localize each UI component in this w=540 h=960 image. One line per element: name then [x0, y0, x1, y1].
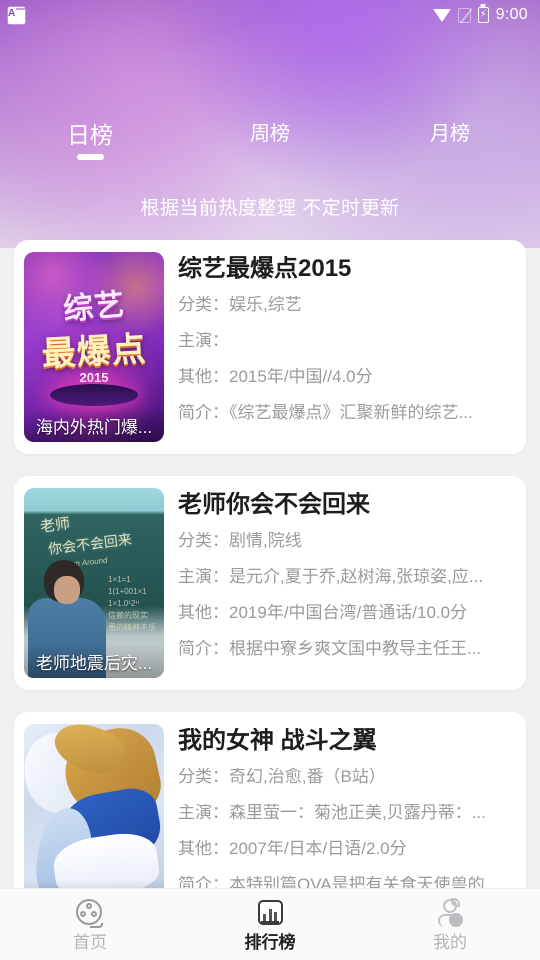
- ranking-period-tabs: 日榜 周榜 月榜: [0, 124, 540, 180]
- list-item[interactable]: 老师 你会不会回来 Turn Around 1×1=1 1(1+001×1 1×1.…: [14, 476, 526, 690]
- list-item-title: 老师你会不会回来: [178, 492, 370, 518]
- summary-value: 根据中寮乡爽文国中教导主任王...: [229, 640, 482, 658]
- person-icon: [435, 898, 465, 928]
- list-item-summary-row: 简介：《综艺最爆点》汇聚新鲜的综艺...: [178, 404, 512, 421]
- list-item-cast-row: 主演：森里萤一：菊池正美,贝露丹蒂：...: [178, 804, 512, 821]
- tab-monthly-ranking[interactable]: 月榜: [360, 124, 540, 151]
- wifi-icon: [432, 8, 451, 22]
- category-label: 分类：: [178, 768, 229, 786]
- nav-item-home[interactable]: 首页: [0, 898, 180, 951]
- list-item-category-row: 分类：娱乐,综艺: [178, 296, 512, 313]
- poster-caption: 海内外热门爆...: [24, 408, 164, 442]
- list-item[interactable]: 我的女神 战斗之翼 分类：奇幻,治愈,番（B站） 主演：森里萤一：菊池正美,贝露…: [14, 712, 526, 888]
- list-item-other-row: 其他：2015年/中国//4.0分: [178, 368, 512, 385]
- poster-thumbnail[interactable]: 综艺 最爆点 2015 海内外热门爆...: [24, 252, 164, 442]
- other-value: 2007年/日本/日语/2.0分: [229, 840, 407, 858]
- tab-monthly-label: 月榜: [430, 123, 470, 145]
- other-label: 其他：: [178, 368, 229, 386]
- list-item-cast-row: 主演：: [178, 332, 512, 349]
- list-item-title: 我的女神 战斗之翼: [178, 728, 377, 754]
- cast-label: 主演：: [178, 804, 229, 822]
- poster-art-title-line2: 最爆点: [40, 330, 148, 374]
- list-item[interactable]: 综艺 最爆点 2015 海内外热门爆... 综艺最爆点2015 分类：娱乐,综艺…: [14, 240, 526, 454]
- status-bar-left: A: [8, 6, 25, 24]
- app-root: A ⚡ 9:00 日榜 周榜 月榜 根据当前热度整理 不定时更新 综艺 最爆点 …: [0, 0, 540, 960]
- poster-art-equations: 1×1=1 1(1+001×1 1×1.0¹ײ2 信赖的现实 患的精神不乐: [108, 575, 156, 632]
- battery-charging-icon: ⚡: [477, 7, 489, 23]
- tab-weekly-ranking[interactable]: 周榜: [180, 124, 360, 151]
- header-subtitle: 根据当前热度整理 不定时更新: [140, 198, 400, 219]
- list-item-info: 我的女神 战斗之翼 分类：奇幻,治愈,番（B站） 主演：森里萤一：菊池正美,贝露…: [178, 724, 526, 888]
- category-label: 分类：: [178, 532, 229, 550]
- other-label: 其他：: [178, 840, 229, 858]
- poster-thumbnail[interactable]: 老师 你会不会回来 Turn Around 1×1=1 1(1+001×1 1×1.…: [24, 488, 164, 678]
- nav-item-ranking-label: 排行榜: [244, 933, 296, 952]
- status-bar-clock: 9:00: [495, 6, 528, 23]
- list-item-summary-row: 简介：本特别篇OVA是把有关食天使兽的...: [178, 876, 512, 888]
- summary-label: 简介：: [178, 640, 229, 658]
- summary-label: 简介：: [178, 876, 229, 888]
- cast-value: 森里萤一：菊池正美,贝露丹蒂：...: [229, 804, 486, 822]
- cast-value: 是元介,夏于乔,赵树海,张琼姿,应...: [229, 568, 484, 586]
- nav-item-home-label: 首页: [73, 933, 107, 952]
- poster-art-chalk-line1: 老师: [39, 515, 72, 536]
- category-label: 分类：: [178, 296, 229, 314]
- nav-item-ranking[interactable]: 排行榜: [180, 898, 360, 951]
- bottom-navigation-bar: 首页 排行榜 我的: [0, 888, 540, 960]
- poster-caption: [24, 880, 164, 888]
- tab-daily-ranking[interactable]: 日榜: [0, 124, 180, 160]
- category-value: 剧情,院线: [229, 532, 302, 550]
- other-value: 2015年/中国//4.0分: [229, 368, 373, 386]
- other-value: 2019年/中国台湾/普通话/10.0分: [229, 604, 468, 622]
- list-item-other-row: 其他：2007年/日本/日语/2.0分: [178, 840, 512, 857]
- no-sim-signal-icon: [457, 7, 471, 23]
- tab-active-indicator: [76, 154, 104, 160]
- cast-label: 主演：: [178, 568, 229, 586]
- cast-label: 主演：: [178, 332, 229, 350]
- poster-caption: 老师地震后灾...: [24, 644, 164, 678]
- category-value: 奇幻,治愈,番（B站）: [229, 768, 386, 786]
- ranking-list[interactable]: 综艺 最爆点 2015 海内外热门爆... 综艺最爆点2015 分类：娱乐,综艺…: [0, 240, 540, 888]
- summary-value: 《综艺最爆点》汇聚新鲜的综艺...: [229, 404, 473, 422]
- list-item-other-row: 其他：2019年/中国台湾/普通话/10.0分: [178, 604, 512, 621]
- summary-label: 简介：: [178, 404, 229, 422]
- app-notification-icon: A: [8, 6, 25, 24]
- other-label: 其他：: [178, 604, 229, 622]
- tab-daily-label: 日榜: [67, 122, 113, 148]
- category-value: 娱乐,综艺: [229, 296, 302, 314]
- status-bar-right: ⚡ 9:00: [432, 6, 528, 24]
- list-item-cast-row: 主演：是元介,夏于乔,赵树海,张琼姿,应...: [178, 568, 512, 585]
- poster-thumbnail[interactable]: [24, 724, 164, 888]
- nav-item-profile[interactable]: 我的: [360, 898, 540, 951]
- list-item-summary-row: 简介：根据中寮乡爽文国中教导主任王...: [178, 640, 512, 657]
- list-item-info: 综艺最爆点2015 分类：娱乐,综艺 主演： 其他：2015年/中国//4.0分…: [178, 252, 526, 442]
- poster-art-stage: [50, 384, 138, 406]
- list-item-category-row: 分类：奇幻,治愈,番（B站）: [178, 768, 512, 785]
- status-bar: A ⚡ 9:00: [0, 0, 540, 30]
- tab-weekly-label: 周榜: [250, 123, 290, 145]
- nav-item-profile-label: 我的: [433, 933, 467, 952]
- film-reel-icon: [75, 898, 105, 928]
- summary-value: 本特别篇OVA是把有关食天使兽的...: [229, 876, 499, 888]
- list-item-info: 老师你会不会回来 分类：剧情,院线 主演：是元介,夏于乔,赵树海,张琼姿,应..…: [178, 488, 526, 678]
- poster-art-year: 2015: [79, 370, 109, 385]
- list-item-title: 综艺最爆点2015: [178, 256, 352, 282]
- list-item-category-row: 分类：剧情,院线: [178, 532, 512, 549]
- bar-chart-icon: [255, 898, 285, 928]
